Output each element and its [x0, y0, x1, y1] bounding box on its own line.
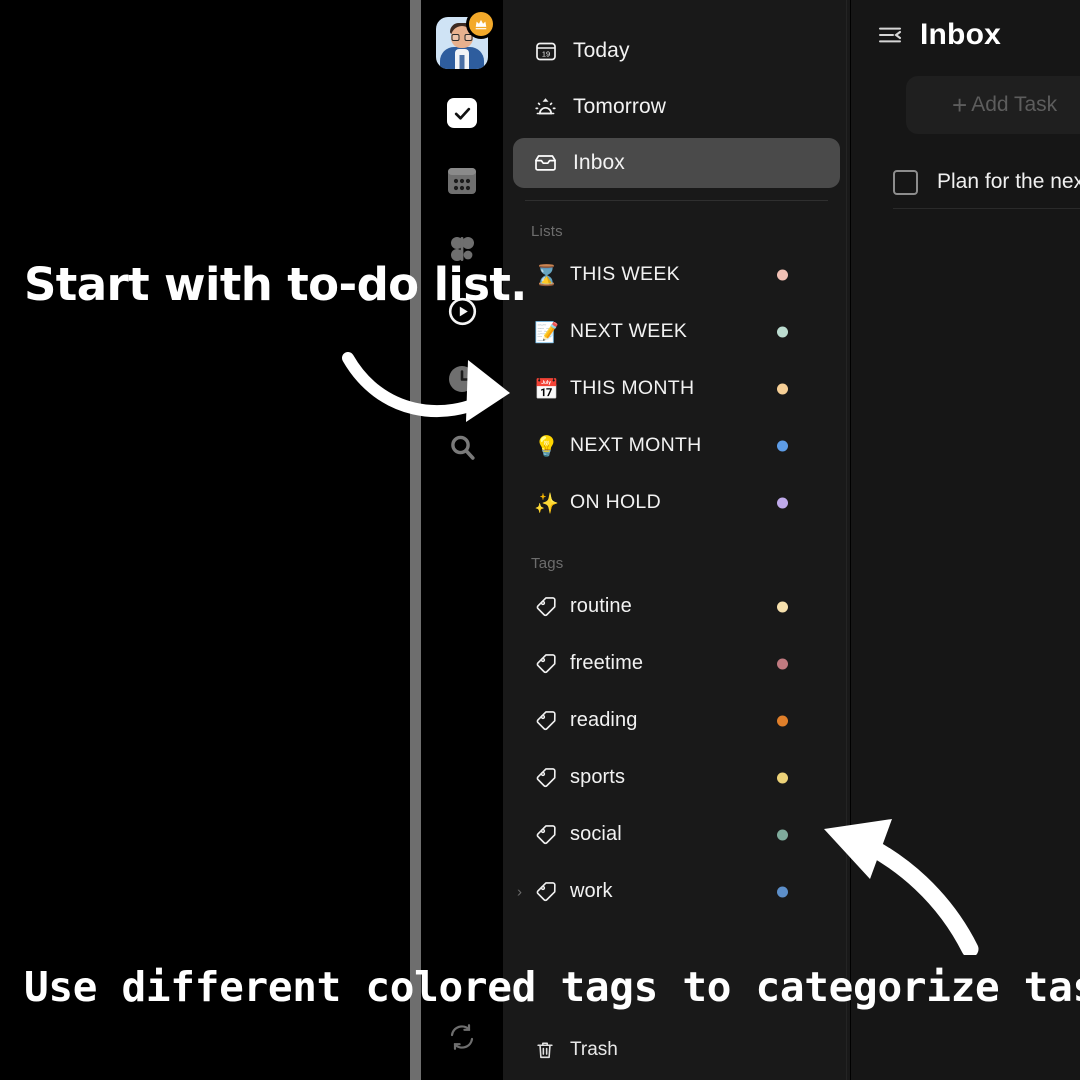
- tag-icon: [533, 594, 559, 620]
- sidebar-item-label: Tomorrow: [573, 95, 666, 118]
- sidebar-item-inbox[interactable]: Inbox: [513, 138, 840, 188]
- rail-item-habits[interactable]: [439, 158, 485, 204]
- tag-item-label: work: [570, 880, 613, 902]
- avatar[interactable]: [436, 12, 493, 69]
- list-item[interactable]: 📝 NEXT WEEK: [503, 303, 850, 360]
- status-badge: [777, 886, 788, 897]
- sync-refresh-icon[interactable]: [445, 1020, 479, 1054]
- status-badge: [777, 440, 788, 451]
- list-item[interactable]: 📅 THIS MONTH: [503, 360, 850, 417]
- light-bulb-emoji: 💡: [534, 433, 559, 458]
- status-badge: [777, 772, 788, 783]
- task-title: Plan for the next: [937, 170, 1080, 193]
- add-task-label: Add Task: [971, 93, 1058, 116]
- status-badge: [777, 601, 788, 612]
- task-row[interactable]: Plan for the next: [851, 156, 1080, 208]
- inbox-tray-icon: [533, 151, 558, 176]
- tag-item-label: social: [570, 823, 622, 845]
- status-badge: [777, 829, 788, 840]
- habit-grid-icon: [447, 167, 477, 195]
- annotation-top-caption: Start with to-do list.: [24, 258, 527, 311]
- trash-can-icon: [533, 1038, 557, 1062]
- curved-arrow-up-left-icon: [820, 805, 990, 960]
- sparkles-emoji: ✨: [534, 490, 559, 515]
- tag-item[interactable]: routine: [503, 578, 850, 635]
- sidebar-scroll-area[interactable]: 19 Today Tomorrow Inbox Lists ⌛ THIS WEE…: [503, 0, 850, 1020]
- sidebar-item-tomorrow[interactable]: Tomorrow: [513, 82, 840, 132]
- calendar-19-icon: 19: [533, 39, 558, 64]
- checkbox-check-icon: [447, 98, 477, 128]
- list-item-label: ON HOLD: [570, 491, 661, 513]
- sidebar-item-label: Inbox: [573, 151, 625, 174]
- chevron-right-icon[interactable]: ›: [517, 884, 522, 899]
- list-item-label: THIS MONTH: [570, 377, 695, 399]
- main-header: Inbox: [851, 0, 1080, 70]
- status-badge: [777, 269, 788, 280]
- curved-arrow-right-icon: [340, 352, 525, 437]
- status-badge: [777, 383, 788, 394]
- list-item-label: THIS WEEK: [570, 263, 680, 285]
- status-badge: [777, 658, 788, 669]
- list-item[interactable]: ⌛ THIS WEEK: [503, 246, 850, 303]
- tag-icon: [533, 822, 559, 848]
- page-title: Inbox: [920, 18, 1001, 51]
- tag-icon: [533, 651, 559, 677]
- lists-section-header: Lists: [531, 223, 563, 240]
- status-badge: [777, 715, 788, 726]
- list-item[interactable]: ✨ ON HOLD: [503, 474, 850, 531]
- hourglass-emoji: ⌛: [534, 262, 559, 287]
- annotation-bottom-caption: Use different colored tags to categorize…: [24, 963, 1080, 1011]
- sidebar-item-label: Trash: [570, 1039, 618, 1060]
- crown-icon: [469, 12, 493, 36]
- background-void: [0, 0, 410, 1080]
- tag-item[interactable]: freetime: [503, 635, 850, 692]
- sidebar-item-trash[interactable]: Trash: [503, 1020, 850, 1080]
- plus-icon: +: [952, 90, 968, 120]
- task-checkbox[interactable]: [893, 169, 918, 195]
- calendar-17-emoji: 📅: [534, 376, 559, 401]
- list-item-label: NEXT MONTH: [570, 434, 702, 456]
- sidebar-item-label: Today: [573, 39, 630, 62]
- tag-icon: [533, 765, 559, 791]
- add-task-button[interactable]: + Add Task: [906, 76, 1080, 134]
- status-badge: [777, 326, 788, 337]
- svg-text:19: 19: [541, 50, 549, 59]
- tag-item[interactable]: › work: [503, 863, 850, 920]
- screenshot-root: 19 Today Tomorrow Inbox Lists ⌛ THIS WEE…: [0, 0, 1080, 1080]
- rail-item-tasks[interactable]: [439, 90, 485, 136]
- tag-item-label: reading: [570, 709, 638, 731]
- collapse-sidebar-icon[interactable]: [878, 26, 902, 44]
- tags-section-header: Tags: [531, 555, 564, 572]
- tag-icon: [533, 879, 559, 905]
- status-badge: [777, 497, 788, 508]
- memo-pencil-emoji: 📝: [534, 319, 559, 344]
- tag-item-label: routine: [570, 595, 632, 617]
- sunrise-icon: [533, 95, 558, 120]
- tag-item-label: sports: [570, 766, 626, 788]
- task-divider: [893, 208, 1080, 209]
- window-edge-scrollbar[interactable]: [410, 0, 421, 1080]
- tag-item[interactable]: reading: [503, 692, 850, 749]
- tag-item[interactable]: sports: [503, 749, 850, 806]
- sidebar-panel: 19 Today Tomorrow Inbox Lists ⌛ THIS WEE…: [503, 0, 850, 1080]
- sidebar-item-today[interactable]: 19 Today: [513, 26, 840, 76]
- tag-icon: [533, 708, 559, 734]
- icon-rail: [421, 0, 503, 1080]
- tag-item-label: freetime: [570, 652, 644, 674]
- tag-item[interactable]: social: [503, 806, 850, 863]
- list-item[interactable]: 💡 NEXT MONTH: [503, 417, 850, 474]
- list-item-label: NEXT WEEK: [570, 320, 688, 342]
